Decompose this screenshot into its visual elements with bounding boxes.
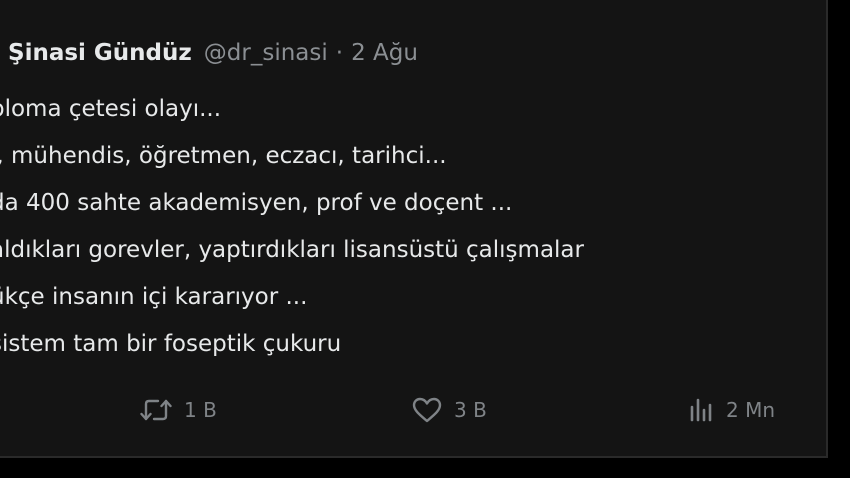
tweet-text-line: da 400 sahte akademisyen, prof ve doçent…: [0, 190, 513, 216]
retweet-count: 1 B: [184, 398, 217, 422]
author-name[interactable]: Şinasi Gündüz: [8, 40, 192, 66]
tweet-header: Şinasi Gündüz @dr_sinasi · 2 Ağu: [8, 36, 418, 70]
retweet-button[interactable]: 1 B: [140, 390, 217, 430]
author-handle[interactable]: @dr_sinasi: [204, 40, 328, 66]
tweet-actions: 1 B 3 B 2 Mn: [0, 390, 826, 430]
post-date[interactable]: 2 Ağu: [351, 40, 418, 66]
views-count: 2 Mn: [726, 398, 776, 422]
retweet-icon: [140, 397, 172, 423]
tweet-card: Şinasi Gündüz @dr_sinasi · 2 Ağu ploma ç…: [0, 0, 828, 458]
like-button[interactable]: 3 B: [412, 390, 487, 430]
heart-icon: [412, 397, 442, 423]
views-icon: [688, 397, 714, 423]
tweet-text-line: sistem tam bir foseptik çukuru: [0, 331, 342, 357]
header-separator: ·: [335, 40, 344, 66]
tweet-text-line: ploma çetesi olayı...: [0, 96, 222, 122]
tweet-text: ploma çetesi olayı... ı, mühendis, öğret…: [0, 86, 810, 368]
tweet-text-line: aldıkları gorevler, yaptırdıkları lisans…: [0, 237, 584, 263]
views-button[interactable]: 2 Mn: [688, 390, 775, 430]
tweet-text-line: ükçe insanın içi kararıyor ...: [0, 284, 308, 310]
tweet-text-line: ı, mühendis, öğretmen, eczacı, tarihci..…: [0, 143, 447, 169]
like-count: 3 B: [454, 398, 487, 422]
